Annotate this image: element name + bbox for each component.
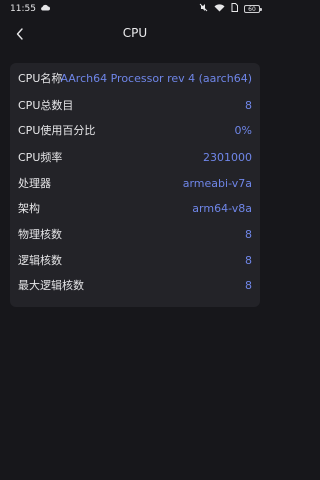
status-right: 60 — [199, 3, 262, 15]
row-value: arm64-v8a — [192, 201, 252, 215]
row-value: 8 — [245, 278, 252, 292]
row-label: 处理器 — [18, 177, 51, 190]
status-left: 11:55 — [10, 4, 50, 14]
row-label: 架构 — [18, 202, 40, 215]
info-row-architecture: 架构 arm64-v8a — [18, 198, 252, 218]
wifi-icon — [214, 3, 225, 15]
row-label: CPU名称 — [18, 72, 63, 85]
row-value: 0% — [234, 123, 252, 137]
info-row-cpu-usage: CPU使用百分比 0% — [18, 120, 252, 140]
row-label: 最大逻辑核数 — [18, 279, 84, 292]
cpu-info-card: CPU名称 AArch64 Processor rev 4 (aarch64) … — [10, 63, 260, 307]
cloud-icon — [40, 4, 50, 14]
info-row-cpu-name: CPU名称 AArch64 Processor rev 4 (aarch64) — [18, 68, 252, 88]
row-label: 逻辑核数 — [18, 254, 62, 267]
row-label: CPU总数目 — [18, 99, 74, 112]
row-value: 2301000 — [203, 150, 252, 164]
row-value: armeabi-v7a — [182, 176, 252, 190]
info-row-logical-cores: 逻辑核数 8 — [18, 250, 252, 270]
info-row-physical-cores: 物理核数 8 — [18, 224, 252, 244]
info-row-cpu-frequency: CPU频率 2301000 — [18, 147, 252, 167]
battery-icon: 60 — [244, 5, 262, 13]
header: CPU — [0, 20, 270, 48]
sim-icon — [231, 3, 238, 15]
mute-icon — [199, 3, 208, 15]
row-value: 8 — [245, 253, 252, 267]
row-label: CPU频率 — [18, 151, 63, 164]
row-value: AArch64 Processor rev 4 (aarch64) — [60, 71, 252, 85]
clock: 11:55 — [10, 4, 36, 14]
row-value: 8 — [245, 98, 252, 112]
row-label: CPU使用百分比 — [18, 124, 96, 137]
info-row-cpu-count: CPU总数目 8 — [18, 95, 252, 115]
info-row-processor: 处理器 armeabi-v7a — [18, 173, 252, 193]
row-value: 8 — [245, 227, 252, 241]
row-label: 物理核数 — [18, 228, 62, 241]
status-bar: 11:55 60 — [0, 0, 270, 18]
page-title: CPU — [122, 26, 148, 40]
info-row-max-logical-cores: 最大逻辑核数 8 — [18, 275, 252, 295]
